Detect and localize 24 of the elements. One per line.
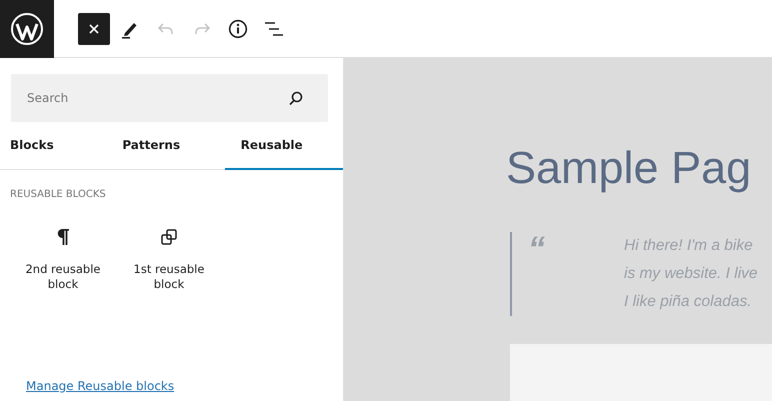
block-item[interactable]: 2nd reusable block	[10, 228, 116, 292]
tab[interactable]: Patterns	[112, 122, 225, 170]
search-icon	[288, 90, 304, 106]
tab[interactable]: Blocks	[0, 122, 112, 170]
wordpress-logo[interactable]	[0, 0, 54, 58]
overlapping-squares-icon	[160, 228, 178, 246]
manage-link[interactable]: Manage Reusable blocks	[26, 379, 174, 393]
section-heading: REUSABLE BLOCKS	[10, 189, 107, 200]
wordpress-icon	[10, 12, 44, 46]
redo-icon	[193, 22, 211, 36]
tab[interactable]: Reusable	[224, 122, 343, 170]
list-view-icon	[264, 20, 284, 36]
page-title: Sample Pag	[506, 141, 752, 195]
search-field[interactable]: Search	[11, 74, 328, 122]
pilcrow-icon	[56, 228, 70, 246]
undo-icon	[157, 22, 175, 36]
quote-text: is my website. I live	[624, 264, 758, 284]
quote-mark: “	[528, 232, 546, 270]
quote-text: Hi there! I'm a bike	[624, 236, 754, 256]
close-button[interactable]	[78, 12, 110, 44]
quote-text: I like piña coladas.	[624, 292, 753, 312]
close-icon	[88, 22, 100, 34]
info-icon	[228, 18, 248, 38]
block-item[interactable]: 1st reusable block	[116, 228, 222, 292]
